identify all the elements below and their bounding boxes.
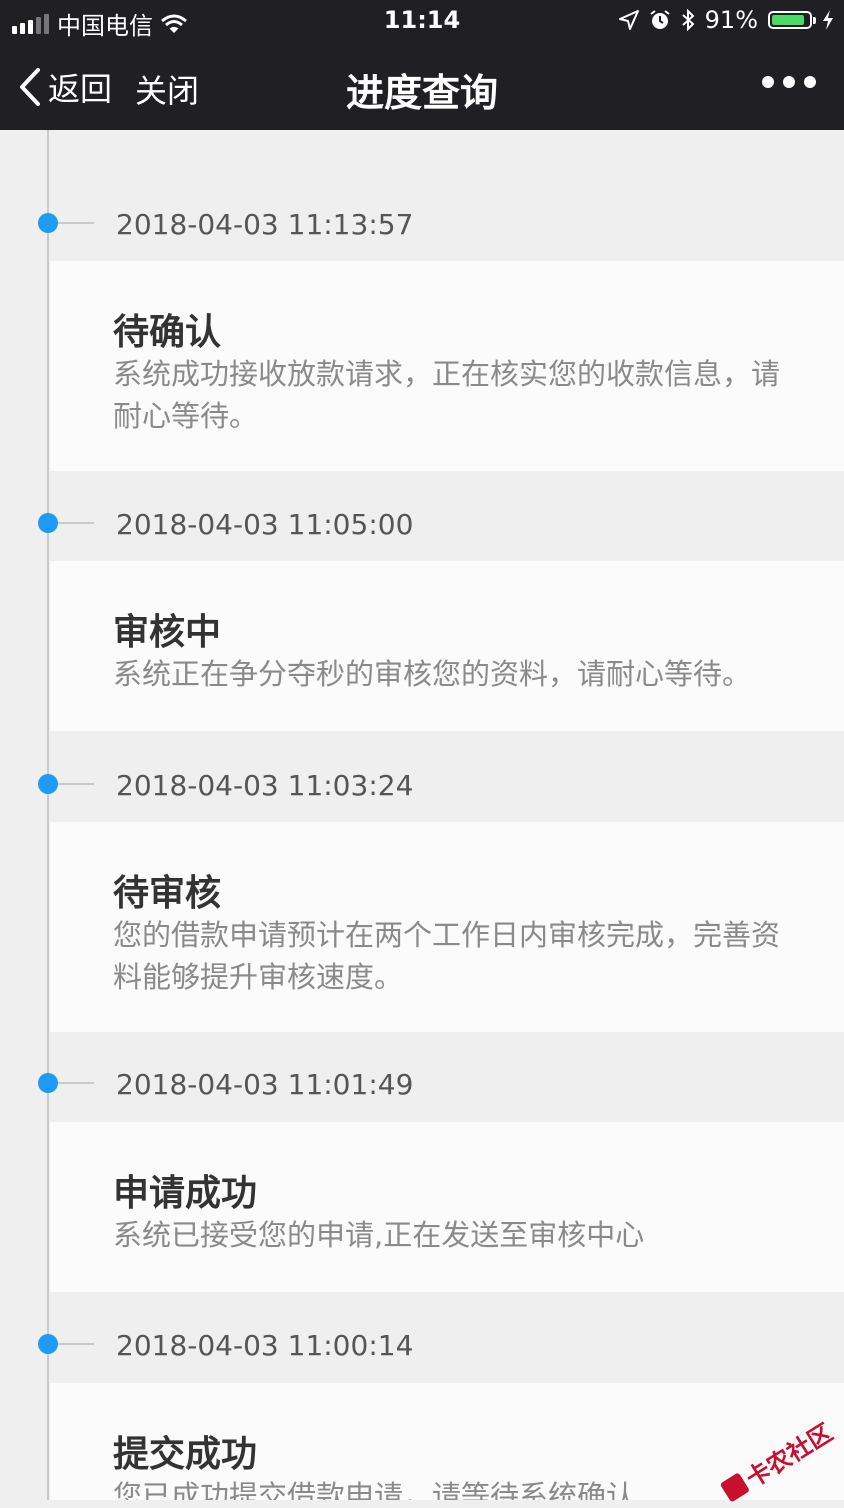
close-button[interactable]: 关闭	[135, 66, 199, 112]
timeline-entry-time: 2018-04-03 11:00:14	[0, 1301, 844, 1391]
status-description: 系统成功接收放款请求，正在核实您的收款信息，请耐心等待。	[113, 357, 781, 433]
status-card: 审核中 系统正在争分夺秒的审核您的资料，请耐心等待。	[50, 561, 844, 731]
status-title: 审核中	[113, 612, 222, 653]
bluetooth-icon	[681, 9, 695, 31]
status-card: 申请成功 系统已接受您的申请,正在发送至审核中心	[50, 1122, 844, 1292]
status-title: 提交成功	[113, 1434, 258, 1475]
timeline-entry-time: 2018-04-03 11:05:00	[0, 480, 844, 570]
timeline-entry-time: 2018-04-03 11:01:49	[0, 1040, 844, 1130]
status-bar: 中国电信 11:14 91%	[0, 0, 844, 44]
battery-icon	[768, 11, 816, 29]
status-title: 待确认	[113, 312, 222, 353]
status-description: 系统正在争分夺秒的审核您的资料，请耐心等待。	[113, 657, 752, 691]
battery-percent: 91%	[704, 6, 758, 34]
timeline-dot	[38, 513, 58, 533]
entry-timestamp: 2018-04-03 11:00:14	[116, 1329, 414, 1362]
entry-timestamp: 2018-04-03 11:13:57	[116, 208, 414, 241]
status-card: 待审核 您的借款申请预计在两个工作日内审核完成，完善资料能够提升审核速度。	[50, 822, 844, 1032]
status-right: 91%	[618, 6, 834, 34]
status-description: 系统已接受您的申请,正在发送至审核中心	[113, 1218, 645, 1252]
timeline-dot	[38, 774, 58, 794]
page-title: 进度查询	[345, 71, 498, 115]
status-description: 您的借款申请预计在两个工作日内审核完成，完善资料能够提升审核速度。	[113, 918, 781, 994]
timeline-entry-time: 2018-04-03 11:13:57	[0, 180, 844, 270]
back-label: 返回	[48, 70, 113, 108]
status-left: 中国电信	[12, 6, 187, 41]
chevron-left-icon	[20, 68, 40, 106]
alarm-icon	[650, 10, 670, 29]
more-icon[interactable]	[762, 76, 816, 88]
entry-timestamp: 2018-04-03 11:05:00	[116, 508, 414, 541]
nav-bar: 返回 关闭 进度查询	[0, 44, 844, 130]
status-title: 申请成功	[113, 1173, 258, 1214]
entry-timestamp: 2018-04-03 11:03:24	[116, 769, 414, 802]
entry-timestamp: 2018-04-03 11:01:49	[116, 1068, 414, 1101]
status-description: 您已成功提交借款申请，请等待系统确认	[113, 1479, 636, 1500]
charging-icon	[823, 10, 833, 30]
status-card: 待确认 系统成功接收放款请求，正在核实您的收款信息，请耐心等待。	[50, 261, 844, 471]
timeline-dot	[38, 213, 58, 233]
location-icon	[618, 10, 639, 30]
timeline-dot	[38, 1334, 58, 1354]
timeline-dot	[38, 1073, 58, 1093]
back-button[interactable]: 返回	[18, 64, 112, 110]
timeline-entry-time: 2018-04-03 11:03:24	[0, 741, 844, 831]
wifi-icon	[161, 14, 187, 33]
status-title: 待审核	[113, 873, 222, 914]
carrier-name: 中国电信	[57, 12, 153, 40]
signal-icon	[12, 13, 49, 34]
